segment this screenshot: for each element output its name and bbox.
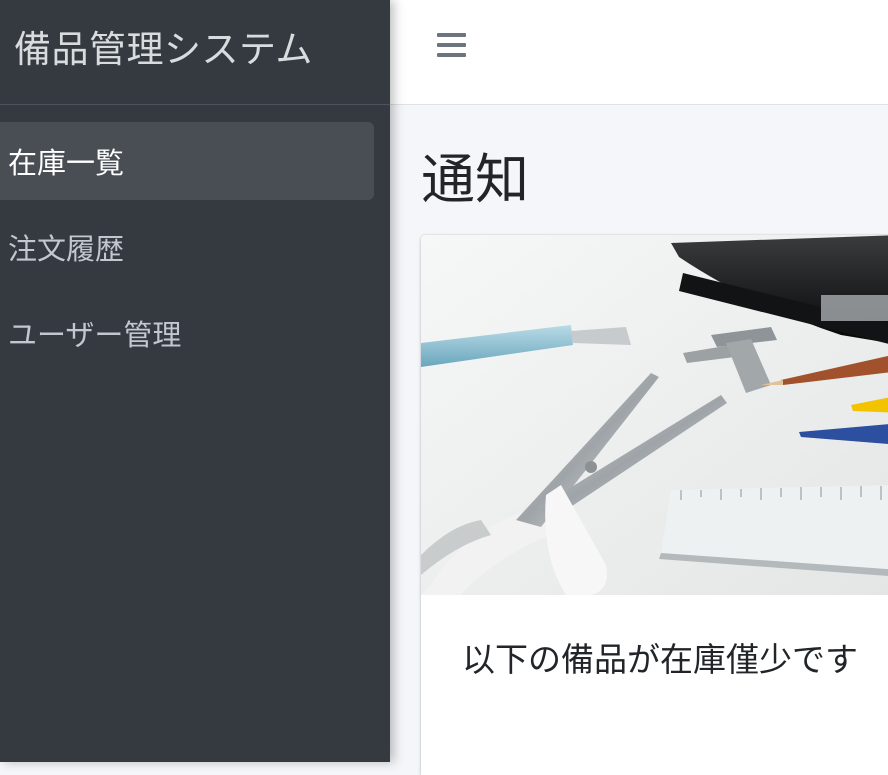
sidebar-item-order-history[interactable]: 注文履歴 (0, 208, 374, 286)
sidebar-item-label: ユーザー管理 (8, 318, 182, 352)
main-content: 通知 以下の備品が在庫僅少です (390, 105, 888, 775)
hamburger-icon[interactable] (437, 33, 467, 59)
sidebar: 備品管理システム 在庫一覧 注文履歴 ユーザー管理 (0, 0, 390, 762)
brand-text: 備品管理システム (14, 28, 313, 71)
low-stock-message: 以下の備品が在庫僅少です (462, 640, 858, 679)
top-navbar (390, 0, 888, 105)
sidebar-item-inventory[interactable]: 在庫一覧 (0, 122, 374, 200)
brand[interactable]: 備品管理システム (0, 0, 390, 105)
sidebar-item-label: 注文履歴 (8, 232, 125, 266)
sidebar-item-label: 在庫一覧 (8, 146, 125, 180)
sidebar-item-user-management[interactable]: ユーザー管理 (0, 294, 374, 372)
sidebar-nav: 在庫一覧 注文履歴 ユーザー管理 (0, 105, 390, 372)
stationery-image (421, 235, 888, 595)
page-title: 通知 (421, 148, 529, 211)
notification-card: 以下の備品が在庫僅少です (421, 235, 888, 775)
